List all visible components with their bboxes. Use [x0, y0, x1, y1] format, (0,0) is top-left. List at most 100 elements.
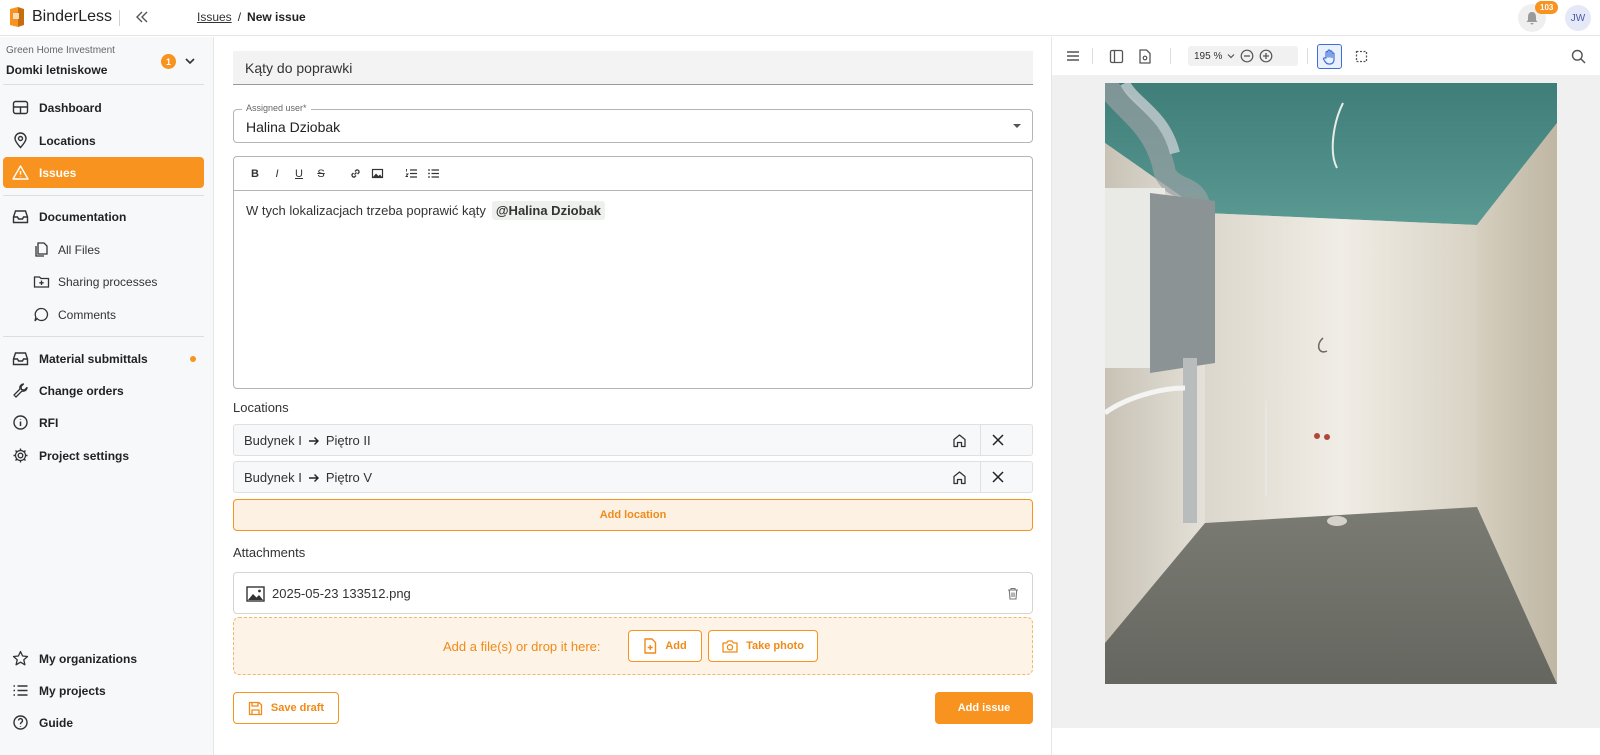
- breadcrumb-current: New issue: [247, 10, 306, 24]
- sidebar-item-change-orders[interactable]: Change orders: [3, 375, 204, 406]
- sidebar-item-rfi[interactable]: RFI: [3, 407, 204, 438]
- select-area-tool-button[interactable]: [1350, 45, 1372, 67]
- hamburger-icon: [1067, 51, 1079, 61]
- sidebar-item-material-submittals[interactable]: Material submittals: [3, 343, 204, 374]
- unread-dot: [190, 356, 196, 362]
- caret-down-icon: [1012, 123, 1022, 129]
- document-properties-button[interactable]: [1134, 45, 1156, 67]
- pan-tool-button[interactable]: [1317, 44, 1342, 69]
- sidebar-item-label: Guide: [39, 715, 74, 730]
- sidebar-item-label: Sharing processes: [58, 274, 158, 289]
- organization-name: Green Home Investment: [6, 45, 115, 56]
- document-gear-icon: [1139, 48, 1151, 64]
- project-name[interactable]: Domki letniskowe: [6, 63, 107, 77]
- folder-plus-icon: [33, 273, 50, 290]
- info-icon: [12, 414, 29, 431]
- take-photo-button[interactable]: Take photo: [708, 630, 818, 662]
- strikethrough-button[interactable]: S: [310, 163, 332, 185]
- room-photo-image: [1105, 83, 1557, 684]
- ordered-list-button[interactable]: [400, 163, 422, 185]
- add-location-button[interactable]: Add location: [233, 499, 1033, 531]
- sidebar-item-label: Project settings: [39, 448, 130, 463]
- save-draft-button[interactable]: Save draft: [233, 692, 339, 724]
- location-floor: Piętro V: [325, 470, 373, 485]
- assigned-user-label: Assigned user*: [242, 103, 311, 113]
- close-icon: [992, 434, 1004, 446]
- bullet-list-button[interactable]: [422, 163, 444, 185]
- user-avatar[interactable]: JW: [1565, 5, 1591, 31]
- insert-image-button[interactable]: [366, 163, 388, 185]
- warning-icon: [12, 164, 29, 181]
- inbox-stack-icon: [12, 208, 29, 225]
- file-drop-zone[interactable]: Add a file(s) or drop it here: Add Take …: [233, 617, 1033, 675]
- home-icon: [953, 471, 966, 485]
- project-switcher-button[interactable]: [184, 55, 196, 67]
- chevron-down-icon[interactable]: [1227, 52, 1235, 60]
- sidebar-item-issues[interactable]: Issues: [3, 157, 204, 188]
- sidebar-item-guide[interactable]: Guide: [3, 707, 204, 738]
- remove-location-button[interactable]: [991, 433, 1005, 447]
- breadcrumb: Issues / New issue: [197, 10, 306, 24]
- arrow-right-icon: [308, 436, 319, 445]
- attachment-item[interactable]: 2025-05-23 133512.png: [233, 572, 1033, 614]
- attachment-preview-image: [1105, 83, 1557, 684]
- sidebar-item-all-files[interactable]: All Files: [3, 234, 204, 265]
- sidebar-item-label: Dashboard: [39, 100, 102, 115]
- location-home-button[interactable]: [952, 433, 967, 448]
- viewer-menu-button[interactable]: [1062, 45, 1084, 67]
- breadcrumb-issues-link[interactable]: Issues: [197, 10, 232, 24]
- remove-location-button[interactable]: [991, 470, 1005, 484]
- bullet-list-icon: [427, 169, 439, 178]
- sidebar-item-documentation[interactable]: Documentation: [3, 201, 204, 232]
- location-home-button[interactable]: [952, 470, 967, 485]
- italic-button[interactable]: I: [266, 163, 288, 185]
- divider: [119, 10, 120, 26]
- description-editor: B I U S W tych lokalizacjach trzeba popr…: [233, 156, 1033, 389]
- viewer-page-area[interactable]: [1052, 75, 1600, 728]
- zoom-out-icon[interactable]: [1240, 49, 1254, 63]
- sidebar-item-comments[interactable]: Comments: [3, 299, 204, 330]
- description-content[interactable]: W tych lokalizacjach trzeba poprawić kąt…: [246, 201, 606, 220]
- location-row: Budynek I Piętro V: [233, 461, 1033, 493]
- divider: [3, 336, 204, 337]
- delete-attachment-button[interactable]: [1007, 587, 1019, 600]
- app-logo[interactable]: BinderLess: [8, 6, 112, 28]
- locations-label: Locations: [233, 400, 289, 415]
- zoom-in-icon[interactable]: [1259, 49, 1273, 63]
- underline-button[interactable]: U: [288, 163, 310, 185]
- search-icon: [1571, 49, 1586, 64]
- sidebar-item-my-organizations[interactable]: My organizations: [3, 643, 204, 674]
- location-row: Budynek I Piętro II: [233, 424, 1033, 456]
- bold-button[interactable]: B: [244, 163, 266, 185]
- viewer-search-button[interactable]: [1567, 45, 1589, 67]
- double-chevron-left-icon: [136, 11, 148, 23]
- sidebar-item-label: Documentation: [39, 209, 127, 224]
- insert-link-button[interactable]: [344, 163, 366, 185]
- image-icon: [371, 168, 383, 179]
- sidebar-item-label: Locations: [39, 133, 96, 148]
- sidebar-item-project-settings[interactable]: Project settings: [3, 440, 204, 471]
- sidebar-item-label: All Files: [58, 242, 101, 257]
- issue-title-input[interactable]: Kąty do poprawki: [233, 51, 1033, 85]
- collapse-sidebar-button[interactable]: [134, 9, 150, 25]
- add-issue-button[interactable]: Add issue: [935, 692, 1033, 724]
- divider: [3, 84, 204, 85]
- location-building: Budynek I: [244, 470, 302, 485]
- sidebar-item-sharing-processes[interactable]: Sharing processes: [3, 266, 204, 297]
- sidebar-item-my-projects[interactable]: My projects: [3, 675, 204, 706]
- toggle-sidebar-button[interactable]: [1105, 45, 1127, 67]
- assigned-user-value: Halina Dziobak: [246, 119, 341, 135]
- sidebar-item-dashboard[interactable]: Dashboard: [3, 92, 204, 123]
- description-text: W tych lokalizacjach trzeba poprawić kąt…: [246, 203, 486, 218]
- zoom-level[interactable]: 195 %: [1194, 51, 1222, 62]
- home-icon: [953, 434, 966, 448]
- link-icon: [350, 169, 360, 178]
- sidebar-item-locations[interactable]: Locations: [3, 125, 204, 156]
- assigned-user-select[interactable]: Assigned user* Halina Dziobak: [233, 103, 1033, 143]
- top-bar: BinderLess Issues / New issue 103 JW: [0, 0, 1600, 36]
- user-mention[interactable]: @Halina Dziobak: [491, 201, 606, 220]
- add-file-button[interactable]: Add: [628, 630, 702, 662]
- gear-icon: [12, 447, 29, 464]
- attachments-label: Attachments: [233, 545, 306, 560]
- close-icon: [992, 471, 1004, 483]
